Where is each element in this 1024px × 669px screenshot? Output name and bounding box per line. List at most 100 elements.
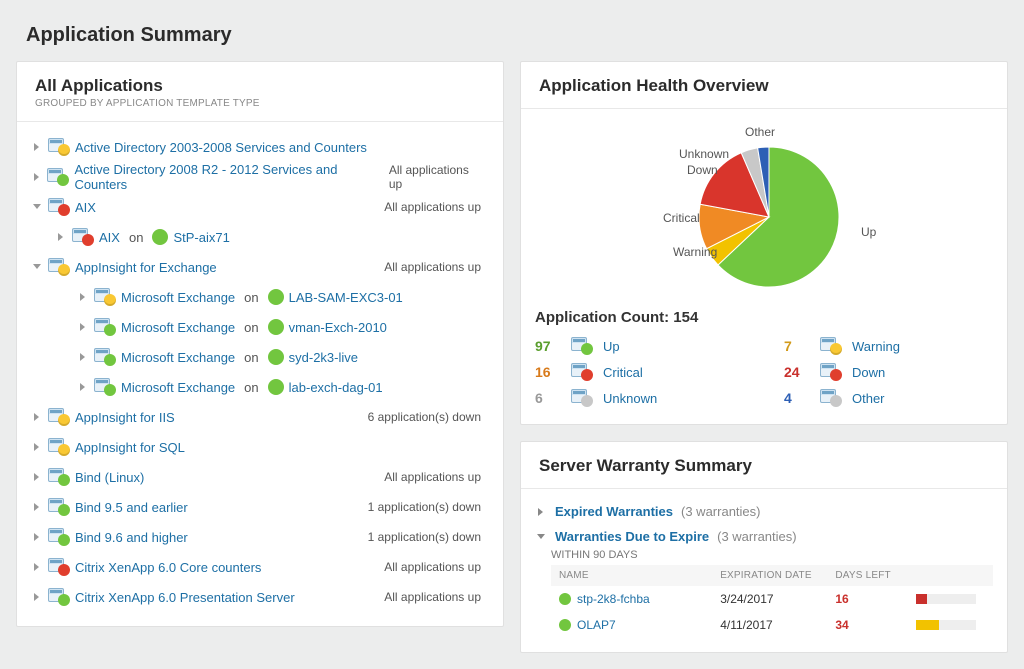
app-group-link[interactable]: Bind 9.5 and earlier [75,500,188,515]
caret-icon[interactable] [77,381,89,393]
expired-warranties-link[interactable]: Expired Warranties [555,504,673,519]
tree-row: AppInsight for ExchangeAll applications … [31,252,489,282]
app-link[interactable]: AIX [99,230,120,245]
legend-row: 4Other [784,386,993,410]
caret-icon[interactable] [535,506,547,518]
app-group-link[interactable]: Citrix XenApp 6.0 Presentation Server [75,590,295,605]
node-link[interactable]: LAB-SAM-EXC3-01 [289,290,403,305]
caret-icon[interactable] [31,591,43,603]
health-legend: 97Up16Critical6Unknown7Warning24Down4Oth… [535,334,993,410]
app-group-link[interactable]: Bind 9.6 and higher [75,530,188,545]
app-link[interactable]: Microsoft Exchange [121,290,235,305]
tree-row: Bind 9.6 and higher1 application(s) down [31,522,489,552]
node-link[interactable]: vman-Exch-2010 [289,320,387,335]
tree-row: Microsoft Exchangeonvman-Exch-2010 [31,312,489,342]
legend-label[interactable]: Other [852,391,885,406]
caret-icon[interactable] [77,291,89,303]
status-badge [58,564,70,576]
days-left: 34 [835,618,916,632]
legend-count: 97 [535,338,561,354]
node-status-icon [559,619,571,631]
legend-count: 7 [784,338,810,354]
apps-tree: Active Directory 2003-2008 Services and … [17,122,503,626]
status-badge [58,264,70,276]
pie-chart: Other Unknown Down Critical Warning Up [535,119,993,301]
app-link[interactable]: Microsoft Exchange [121,350,235,365]
due-warranties-link[interactable]: Warranties Due to Expire [555,529,709,544]
status-text: All applications up [384,590,489,604]
within-label: WITHIN 90 DAYS [551,549,993,561]
status-badge [58,534,70,546]
app-group-link[interactable]: AppInsight for Exchange [75,260,217,275]
status-badge [57,174,69,186]
legend-label[interactable]: Down [852,365,885,380]
caret-icon[interactable] [77,321,89,333]
caret-icon[interactable] [31,441,43,453]
legend-label[interactable]: Warning [852,339,900,354]
status-badge [58,444,70,456]
tree-row: Microsoft Exchangeonlab-exch-dag-01 [31,372,489,402]
status-badge [58,594,70,606]
panel-all-applications: All Applications GROUPED BY APPLICATION … [16,61,504,627]
app-group-link[interactable]: Active Directory 2003-2008 Services and … [75,140,367,155]
node-link[interactable]: lab-exch-dag-01 [289,380,383,395]
node-status-icon [268,349,284,365]
caret-icon[interactable] [31,471,43,483]
status-badge [58,474,70,486]
node-status-icon [268,319,284,335]
warranty-row: stp-2k8-fchba 3/24/201716 [551,586,993,612]
caret-icon[interactable] [31,201,43,213]
status-text: All applications up [384,200,489,214]
caret-icon[interactable] [31,141,43,153]
tree-row: Microsoft Exchange on LAB-SAM-EXC3-01 [31,282,489,312]
caret-icon[interactable] [31,261,43,273]
app-group-link[interactable]: AppInsight for IIS [75,410,175,425]
caret-icon[interactable] [31,171,42,183]
status-badge [581,395,593,407]
tree-row: Active Directory 2003-2008 Services and … [31,132,489,162]
caret-icon[interactable] [77,351,89,363]
on-text: on [244,290,258,305]
app-group-link[interactable]: Active Directory 2008 R2 - 2012 Services… [74,162,378,192]
status-badge [58,144,70,156]
node-status-icon [152,229,168,245]
due-count: (3 warranties) [717,529,796,544]
caret-icon[interactable] [31,501,43,513]
status-badge [58,504,70,516]
caret-icon[interactable] [31,531,43,543]
tree-row: Bind 9.5 and earlier1 application(s) dow… [31,492,489,522]
warranty-node-link[interactable]: stp-2k8-fchba [577,592,650,606]
legend-label[interactable]: Critical [603,365,643,380]
app-link[interactable]: Microsoft Exchange [121,380,235,395]
caret-icon[interactable] [31,561,43,573]
app-group-link[interactable]: AIX [75,200,96,215]
warranty-node-link[interactable]: OLAP7 [577,618,616,632]
col-name: NAME [559,570,720,581]
node-status-icon [268,289,284,305]
status-badge [104,294,116,306]
caret-down-icon[interactable] [535,531,547,543]
status-text: All applications up [384,560,489,574]
warranty-title: Server Warranty Summary [539,456,989,476]
days-left: 16 [835,592,916,606]
app-group-link[interactable]: AppInsight for SQL [75,440,185,455]
app-group-link[interactable]: Citrix XenApp 6.0 Core counters [75,560,261,575]
legend-label[interactable]: Up [603,339,620,354]
page-title: Application Summary [26,24,1008,47]
on-text: on [244,350,258,365]
status-badge [581,343,593,355]
node-link[interactable]: syd-2k3-live [289,350,358,365]
node-link[interactable]: StP-aix71 [173,230,229,245]
tree-row: Microsoft Exchange on syd-2k3-live [31,342,489,372]
status-text: All applications up [384,470,489,484]
tree-row: AppInsight for IIS6 application(s) down [31,402,489,432]
caret-icon[interactable] [55,231,67,243]
node-status-icon [559,593,571,605]
node-status-icon [268,379,284,395]
app-link[interactable]: Microsoft Exchange [121,320,235,335]
expiration-date: 3/24/2017 [720,592,835,606]
app-group-link[interactable]: Bind (Linux) [75,470,144,485]
caret-icon[interactable] [31,411,43,423]
status-badge [58,414,70,426]
legend-label[interactable]: Unknown [603,391,657,406]
